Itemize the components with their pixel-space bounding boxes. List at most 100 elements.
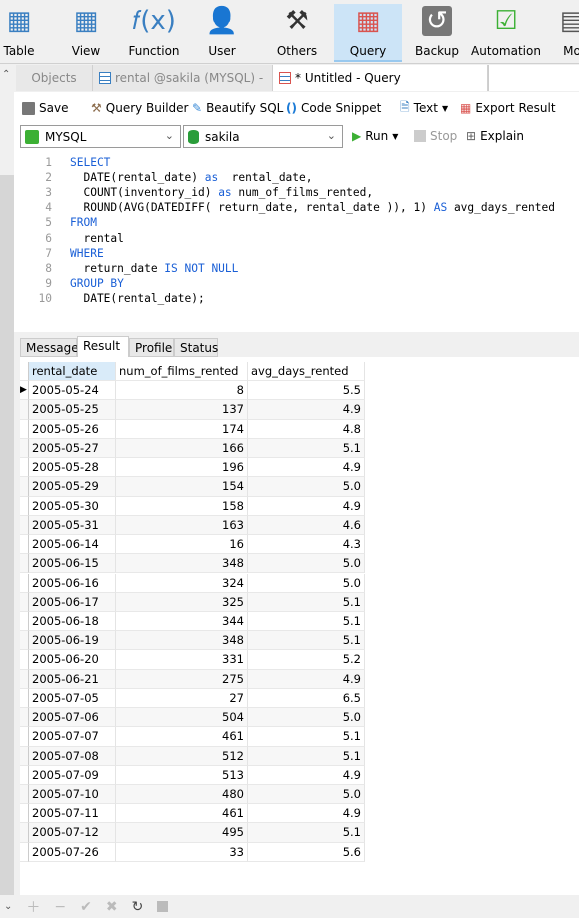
- cell-rental_date[interactable]: 2005-07-12: [29, 823, 116, 843]
- table-row[interactable]: 2005-05-31 163 4.6: [20, 515, 365, 535]
- side-scrollbar[interactable]: [0, 175, 14, 896]
- cell-num_of_films_rented[interactable]: 344: [116, 611, 248, 632]
- query-builder-button[interactable]: ⚒ Query Builder: [91, 98, 189, 118]
- cell-num_of_films_rented[interactable]: 348: [116, 631, 248, 651]
- cell-avg_days_rented[interactable]: 5.2: [248, 650, 365, 670]
- cell-avg_days_rented[interactable]: 4.9: [248, 458, 365, 478]
- cell-avg_days_rented[interactable]: 4.9: [248, 496, 365, 516]
- tab-rental-table[interactable]: rental @sakila (MYSQL) - Table: [93, 65, 273, 111]
- table-row[interactable]: 2005-06-19 348 5.1: [20, 631, 365, 651]
- cell-num_of_films_rented[interactable]: 512: [116, 746, 248, 766]
- discard-icon[interactable]: ✖: [106, 899, 118, 915]
- apply-icon[interactable]: ✔: [80, 899, 92, 915]
- ribbon-table-button[interactable]: ▦ Table: [0, 4, 38, 62]
- result-tab-result-1[interactable]: Result 1: [77, 336, 129, 371]
- ribbon-mo-button[interactable]: ▤ Mo: [552, 4, 579, 62]
- cell-num_of_films_rented[interactable]: 196: [116, 458, 248, 478]
- cell-num_of_films_rented[interactable]: 166: [116, 438, 248, 459]
- cell-num_of_films_rented[interactable]: 461: [116, 804, 248, 824]
- cell-rental_date[interactable]: 2005-07-06: [29, 708, 116, 728]
- table-row[interactable]: 2005-07-05 27 6.5: [20, 688, 365, 709]
- cell-num_of_films_rented[interactable]: 27: [116, 688, 248, 709]
- cell-num_of_films_rented[interactable]: 137: [116, 400, 248, 420]
- cell-num_of_films_rented[interactable]: 504: [116, 708, 248, 728]
- result-grid[interactable]: rental_date num_of_films_rented avg_days_r…: [20, 357, 579, 895]
- ribbon-backup-button[interactable]: ↺ Backup: [406, 4, 468, 62]
- cell-num_of_films_rented[interactable]: 348: [116, 554, 248, 574]
- cell-rental_date[interactable]: 2005-06-19: [29, 631, 116, 651]
- cell-avg_days_rented[interactable]: 4.8: [248, 419, 365, 439]
- cell-avg_days_rented[interactable]: 5.6: [248, 842, 365, 862]
- cell-num_of_films_rented[interactable]: 158: [116, 496, 248, 516]
- ribbon-function-button[interactable]: 𝑓(x) Function: [122, 4, 186, 62]
- table-row[interactable]: 2005-06-21 275 4.9: [20, 669, 365, 689]
- table-row[interactable]: 2005-05-26 174 4.8: [20, 419, 365, 439]
- cell-avg_days_rented[interactable]: 5.1: [248, 727, 365, 747]
- cell-rental_date[interactable]: 2005-07-08: [29, 746, 116, 766]
- cell-rental_date[interactable]: 2005-06-21: [29, 669, 116, 689]
- cell-avg_days_rented[interactable]: 4.9: [248, 400, 365, 420]
- cell-rental_date[interactable]: 2005-05-26: [29, 419, 116, 439]
- table-row[interactable]: 2005-07-26 33 5.6: [20, 842, 365, 862]
- cell-num_of_films_rented[interactable]: 275: [116, 669, 248, 689]
- code-snippet-button[interactable]: () Code Snippet: [286, 98, 381, 118]
- cell-rental_date[interactable]: 2005-06-20: [29, 650, 116, 670]
- cell-rental_date[interactable]: 2005-06-18: [29, 611, 116, 632]
- tab-untitled-query[interactable]: * Untitled - Query: [273, 65, 488, 91]
- text-button[interactable]: 🗎 Text ▼: [400, 98, 448, 118]
- stop-button[interactable]: Stop: [414, 126, 457, 146]
- cell-num_of_films_rented[interactable]: 461: [116, 727, 248, 747]
- cell-rental_date[interactable]: 2005-06-16: [29, 573, 116, 593]
- table-row[interactable]: 2005-06-17 325 5.1: [20, 592, 365, 612]
- cell-avg_days_rented[interactable]: 5.1: [248, 631, 365, 651]
- cell-avg_days_rented[interactable]: 5.0: [248, 477, 365, 497]
- cell-avg_days_rented[interactable]: 5.1: [248, 438, 365, 459]
- cell-rental_date[interactable]: 2005-07-10: [29, 785, 116, 805]
- cell-rental_date[interactable]: 2005-07-11: [29, 804, 116, 824]
- cell-avg_days_rented[interactable]: 5.0: [248, 554, 365, 574]
- cell-avg_days_rented[interactable]: 6.5: [248, 688, 365, 709]
- cell-avg_days_rented[interactable]: 5.1: [248, 592, 365, 612]
- cell-rental_date[interactable]: 2005-05-25: [29, 400, 116, 420]
- refresh-icon[interactable]: ↻: [132, 899, 144, 915]
- cell-avg_days_rented[interactable]: 4.9: [248, 669, 365, 689]
- cell-num_of_films_rented[interactable]: 8: [116, 381, 248, 401]
- delete-record-icon[interactable]: −: [54, 899, 66, 915]
- table-row[interactable]: 2005-05-30 158 4.9: [20, 496, 365, 516]
- cell-avg_days_rented[interactable]: 5.1: [248, 611, 365, 632]
- result-tab-message[interactable]: Message: [20, 338, 79, 357]
- column-header[interactable]: rental_date: [29, 362, 116, 382]
- cell-num_of_films_rented[interactable]: 495: [116, 823, 248, 843]
- tab-objects[interactable]: Objects: [16, 65, 93, 91]
- ribbon-others-button[interactable]: ⚒ Others: [262, 4, 332, 62]
- cell-rental_date[interactable]: 2005-06-15: [29, 554, 116, 574]
- cell-rental_date[interactable]: 2005-07-09: [29, 765, 116, 785]
- cell-rental_date[interactable]: 2005-07-05: [29, 688, 116, 709]
- cell-num_of_films_rented[interactable]: 154: [116, 477, 248, 497]
- cell-avg_days_rented[interactable]: 4.9: [248, 804, 365, 824]
- collapse-icon[interactable]: ⌃: [2, 69, 10, 80]
- table-row[interactable]: 2005-05-28 196 4.9: [20, 458, 365, 478]
- cell-rental_date[interactable]: 2005-05-28: [29, 458, 116, 478]
- cell-rental_date[interactable]: 2005-06-14: [29, 535, 116, 555]
- chevron-down-icon[interactable]: ⌄: [4, 901, 12, 912]
- cell-num_of_films_rented[interactable]: 325: [116, 592, 248, 612]
- ribbon-query-button[interactable]: ▦ Query: [334, 4, 402, 62]
- cell-rental_date[interactable]: 2005-05-27: [29, 438, 116, 459]
- cell-avg_days_rented[interactable]: 4.6: [248, 515, 365, 535]
- sql-editor[interactable]: 1 SELECT 2 DATE(rental_date) as rental_dat…: [14, 154, 579, 332]
- add-record-icon[interactable]: ＋: [26, 897, 40, 917]
- cell-rental_date[interactable]: 2005-05-30: [29, 496, 116, 516]
- cell-num_of_films_rented[interactable]: 513: [116, 765, 248, 785]
- database-select[interactable]: sakila ⌄: [183, 125, 343, 148]
- table-row[interactable]: 2005-07-07 461 5.1: [20, 727, 365, 747]
- run-button[interactable]: ▶ Run ▼: [352, 126, 398, 146]
- cell-num_of_films_rented[interactable]: 174: [116, 419, 248, 439]
- cell-avg_days_rented[interactable]: 5.0: [248, 708, 365, 728]
- cell-rental_date[interactable]: 2005-07-07: [29, 727, 116, 747]
- cell-num_of_films_rented[interactable]: 324: [116, 573, 248, 593]
- result-tab-profile[interactable]: Profile: [129, 338, 174, 357]
- cell-num_of_films_rented[interactable]: 16: [116, 535, 248, 555]
- table-row[interactable]: 2005-06-18 344 5.1: [20, 611, 365, 632]
- cell-avg_days_rented[interactable]: 5.1: [248, 823, 365, 843]
